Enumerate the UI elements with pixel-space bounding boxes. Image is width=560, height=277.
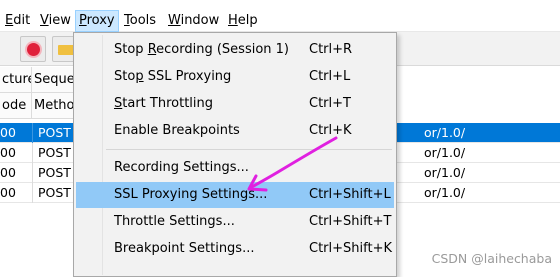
menu-proxy[interactable]: Proxy — [75, 10, 119, 32]
shortcut-label: Ctrl+Shift+T — [309, 214, 392, 229]
menu-window[interactable]: Window — [168, 10, 219, 32]
column-header-structure[interactable]: cture — [0, 67, 32, 93]
record-icon — [27, 43, 40, 56]
menu-item-recording-settings[interactable]: Recording Settings... — [76, 155, 394, 181]
shortcut-label: Ctrl+Shift+K — [309, 241, 392, 256]
menu-item-ssl-proxying-settings[interactable]: SSL Proxying Settings... Ctrl+Shift+L — [76, 182, 394, 208]
shortcut-label: Ctrl+R — [309, 42, 353, 57]
column-header-code[interactable]: ode — [0, 93, 32, 119]
menu-item-stop-ssl-proxying[interactable]: Stop SSL Proxying Ctrl+L — [76, 64, 394, 90]
menu-separator — [106, 149, 392, 150]
row-path: or/1.0/ — [424, 165, 466, 180]
menu-tools[interactable]: Tools — [124, 10, 156, 32]
row-method: POST — [38, 185, 71, 200]
menu-view[interactable]: View — [40, 10, 71, 32]
menu-item-stop-recording[interactable]: Stop Recording (Session 1) Ctrl+R — [76, 37, 394, 63]
menu-item-breakpoint-settings[interactable]: Breakpoint Settings... Ctrl+Shift+K — [76, 236, 394, 262]
row-code: 00 — [0, 145, 16, 160]
shortcut-label: Ctrl+L — [309, 69, 351, 84]
shortcut-label: Ctrl+K — [309, 123, 352, 138]
row-method: POST — [38, 125, 71, 140]
menu-edit[interactable]: Edit — [5, 10, 30, 32]
menu-item-throttle-settings[interactable]: Throttle Settings... Ctrl+Shift+T — [76, 209, 394, 235]
proxy-menu-dropdown: Stop Recording (Session 1) Ctrl+R Stop S… — [73, 32, 397, 277]
row-path: or/1.0/ — [424, 145, 466, 160]
row-method: POST — [38, 145, 71, 160]
column-header-sequence[interactable]: Seque — [32, 67, 76, 93]
menu-help[interactable]: Help — [228, 10, 258, 32]
column-header-method[interactable]: Metho — [32, 93, 76, 119]
record-button[interactable] — [20, 36, 46, 62]
row-method: POST — [38, 165, 71, 180]
row-path: or/1.0/ — [424, 125, 466, 140]
menu-bar: Edit View Proxy Tools Window Help — [0, 0, 560, 32]
watermark: CSDN @laihechaba — [431, 251, 552, 266]
row-code: 00 — [0, 125, 16, 140]
row-code: 00 — [0, 165, 16, 180]
broom-icon — [58, 45, 74, 55]
row-path: or/1.0/ — [424, 185, 466, 200]
menu-item-enable-breakpoints[interactable]: Enable Breakpoints Ctrl+K — [76, 118, 394, 144]
shortcut-label: Ctrl+Shift+L — [309, 187, 391, 202]
shortcut-label: Ctrl+T — [309, 96, 351, 111]
row-code: 00 — [0, 185, 16, 200]
menu-item-start-throttling[interactable]: Start Throttling Ctrl+T — [76, 91, 394, 117]
